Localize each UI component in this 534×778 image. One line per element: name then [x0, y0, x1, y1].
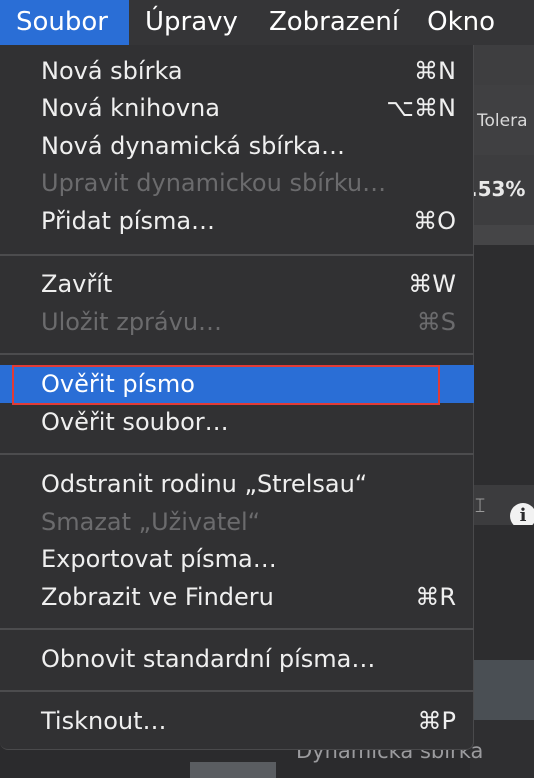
- shortcut-label: ⌘S: [416, 308, 456, 336]
- bg-ruler: [470, 225, 534, 245]
- soubor-dropdown-menu: Nová sbírka ⌘N Nová knihovna ⌥⌘N Nová dy…: [0, 45, 474, 750]
- menu-item-new-collection[interactable]: Nová sbírka ⌘N: [0, 52, 474, 90]
- menu-okno[interactable]: Okno: [420, 0, 495, 45]
- menu-item-label: Ověřit písmo: [41, 370, 195, 398]
- menu-item-add-fonts[interactable]: Přidat písma… ⌘O: [0, 202, 474, 240]
- menu-item-label: Nová sbírka: [41, 57, 183, 85]
- menu-item-label: Exportovat písma…: [41, 545, 277, 573]
- menu-item-label: Uložit zprávu…: [41, 308, 223, 336]
- menu-item-validate-file[interactable]: Ověřit soubor…: [0, 403, 474, 441]
- menu-zobrazeni[interactable]: Zobrazení: [259, 0, 420, 45]
- menu-separator: [0, 690, 474, 692]
- menu-separator: [0, 254, 474, 256]
- menu-item-label: Smazat „Uživatel“: [41, 508, 261, 536]
- background-window: Tolera .53% 𝙸 i: [470, 45, 534, 778]
- bg-thumbnail: [470, 660, 534, 720]
- bg-toolbar-row: Tolera: [470, 85, 534, 155]
- menu-item-label: Odstranit rodinu „Strelsau“: [41, 470, 368, 498]
- bg-preview-area: [470, 245, 534, 485]
- menu-item-label: Obnovit standardní písma…: [41, 645, 376, 673]
- menu-item-validate-font[interactable]: Ověřit písmo: [0, 365, 474, 403]
- bottom-thumbnail: [190, 762, 276, 778]
- percent-value: .53%: [470, 177, 526, 201]
- shortcut-label: ⌘R: [415, 583, 456, 611]
- shortcut-label: ⌘N: [414, 57, 456, 85]
- bg-stats-row: .53%: [470, 155, 534, 225]
- menu-item-label: Nová knihovna: [41, 94, 220, 122]
- shortcut-label: ⌥⌘N: [386, 94, 456, 122]
- menu-bar: Soubor Úpravy Zobrazení Okno: [0, 0, 534, 45]
- menu-item-save-report: Uložit zprávu… ⌘S: [0, 303, 474, 341]
- menu-item-label: Přidat písma…: [41, 207, 216, 235]
- menu-item-remove-family[interactable]: Odstranit rodinu „Strelsau“: [0, 465, 474, 503]
- shortcut-label: ⌘O: [413, 207, 456, 235]
- tolerance-label: Tolera: [477, 111, 528, 131]
- menu-soubor[interactable]: Soubor: [0, 0, 129, 45]
- menu-separator: [0, 628, 474, 630]
- menu-item-delete-user: Smazat „Uživatel“: [0, 503, 474, 541]
- menu-item-label: Zavřít: [41, 270, 113, 298]
- menu-upravy[interactable]: Úpravy: [129, 0, 259, 45]
- menu-item-edit-smart-collection: Upravit dynamickou sbírku…: [0, 164, 474, 202]
- shortcut-label: ⌘W: [408, 270, 456, 298]
- text-cursor-icon: 𝙸: [473, 493, 488, 517]
- menu-item-show-in-finder[interactable]: Zobrazit ve Finderu ⌘R: [0, 578, 474, 616]
- bg-list-area: [470, 525, 534, 660]
- menu-separator: [0, 353, 474, 355]
- menu-item-label: Ověřit soubor…: [41, 408, 229, 436]
- menu-item-close[interactable]: Zavřít ⌘W: [0, 265, 474, 303]
- menu-separator: [0, 453, 474, 455]
- menu-item-label: Nová dynamická sbírka…: [41, 132, 346, 160]
- menu-item-label: Zobrazit ve Finderu: [41, 583, 274, 611]
- menu-item-new-library[interactable]: Nová knihovna ⌥⌘N: [0, 89, 474, 127]
- menu-item-restore-standard-fonts[interactable]: Obnovit standardní písma…: [0, 640, 474, 678]
- menu-item-label: Upravit dynamickou sbírku…: [41, 169, 387, 197]
- menu-item-label: Tisknout…: [41, 707, 167, 735]
- bg-toolbar-top: [470, 45, 534, 85]
- shortcut-label: ⌘P: [417, 707, 456, 735]
- menu-item-print[interactable]: Tisknout… ⌘P: [0, 702, 474, 740]
- menu-item-export-fonts[interactable]: Exportovat písma…: [0, 540, 474, 578]
- menu-item-new-smart-collection[interactable]: Nová dynamická sbírka…: [0, 127, 474, 165]
